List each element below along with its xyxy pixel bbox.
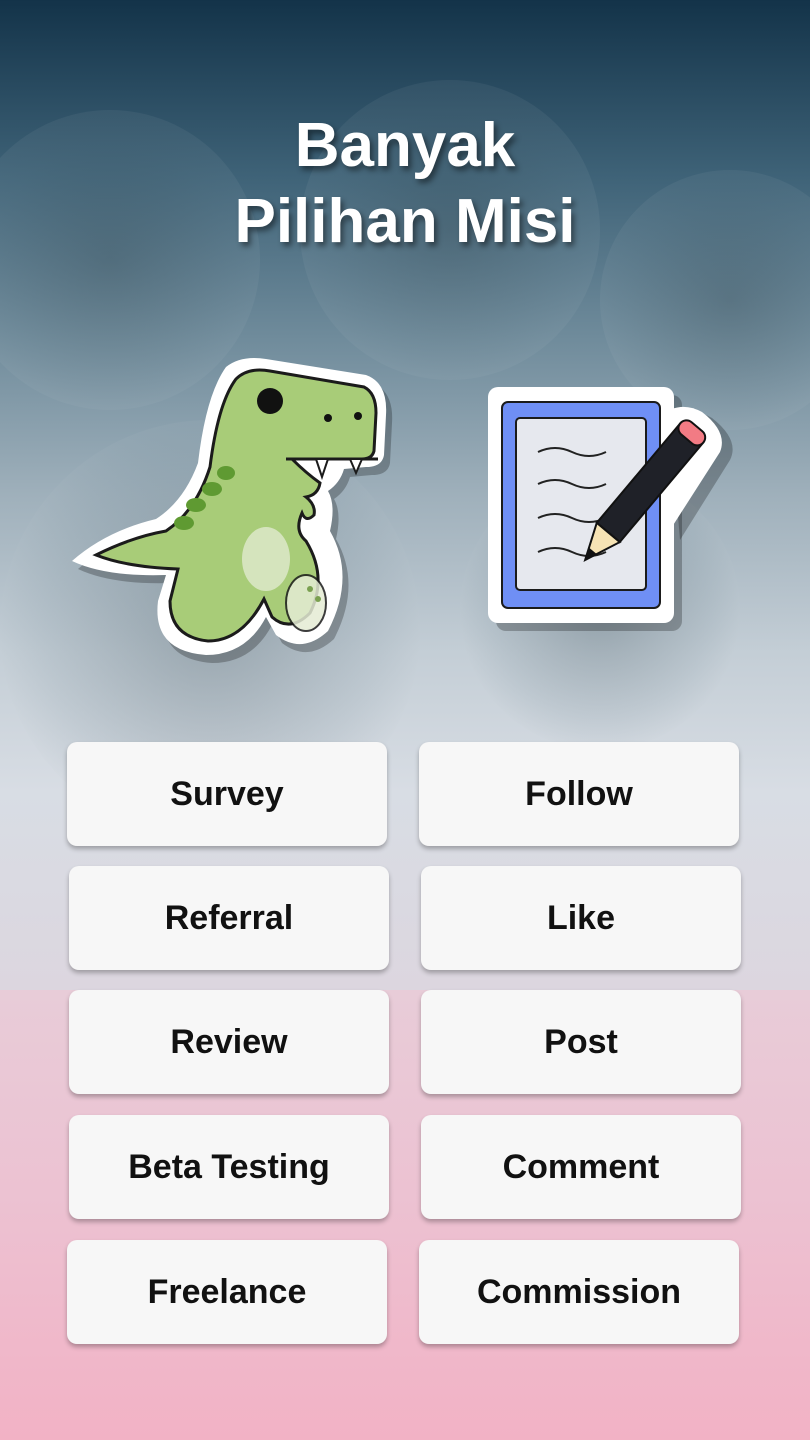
mission-follow-button[interactable]: Follow xyxy=(419,742,739,846)
dinosaur-sticker-icon xyxy=(72,358,393,663)
page-title: Banyak Pilihan Misi xyxy=(0,108,810,260)
mission-comment-button[interactable]: Comment xyxy=(421,1115,741,1219)
title-line-1: Banyak xyxy=(294,111,516,180)
mission-survey-button[interactable]: Survey xyxy=(67,742,387,846)
notepad-pencil-icon xyxy=(488,387,733,631)
mission-freelance-button[interactable]: Freelance xyxy=(67,1240,387,1344)
mission-commission-button[interactable]: Commission xyxy=(419,1240,739,1344)
mission-post-button[interactable]: Post xyxy=(421,990,741,1094)
mission-beta-testing-button[interactable]: Beta Testing xyxy=(69,1115,389,1219)
mission-review-button[interactable]: Review xyxy=(69,990,389,1094)
title-line-2: Pilihan Misi xyxy=(234,187,576,256)
mission-like-button[interactable]: Like xyxy=(421,866,741,970)
mission-referral-button[interactable]: Referral xyxy=(69,866,389,970)
